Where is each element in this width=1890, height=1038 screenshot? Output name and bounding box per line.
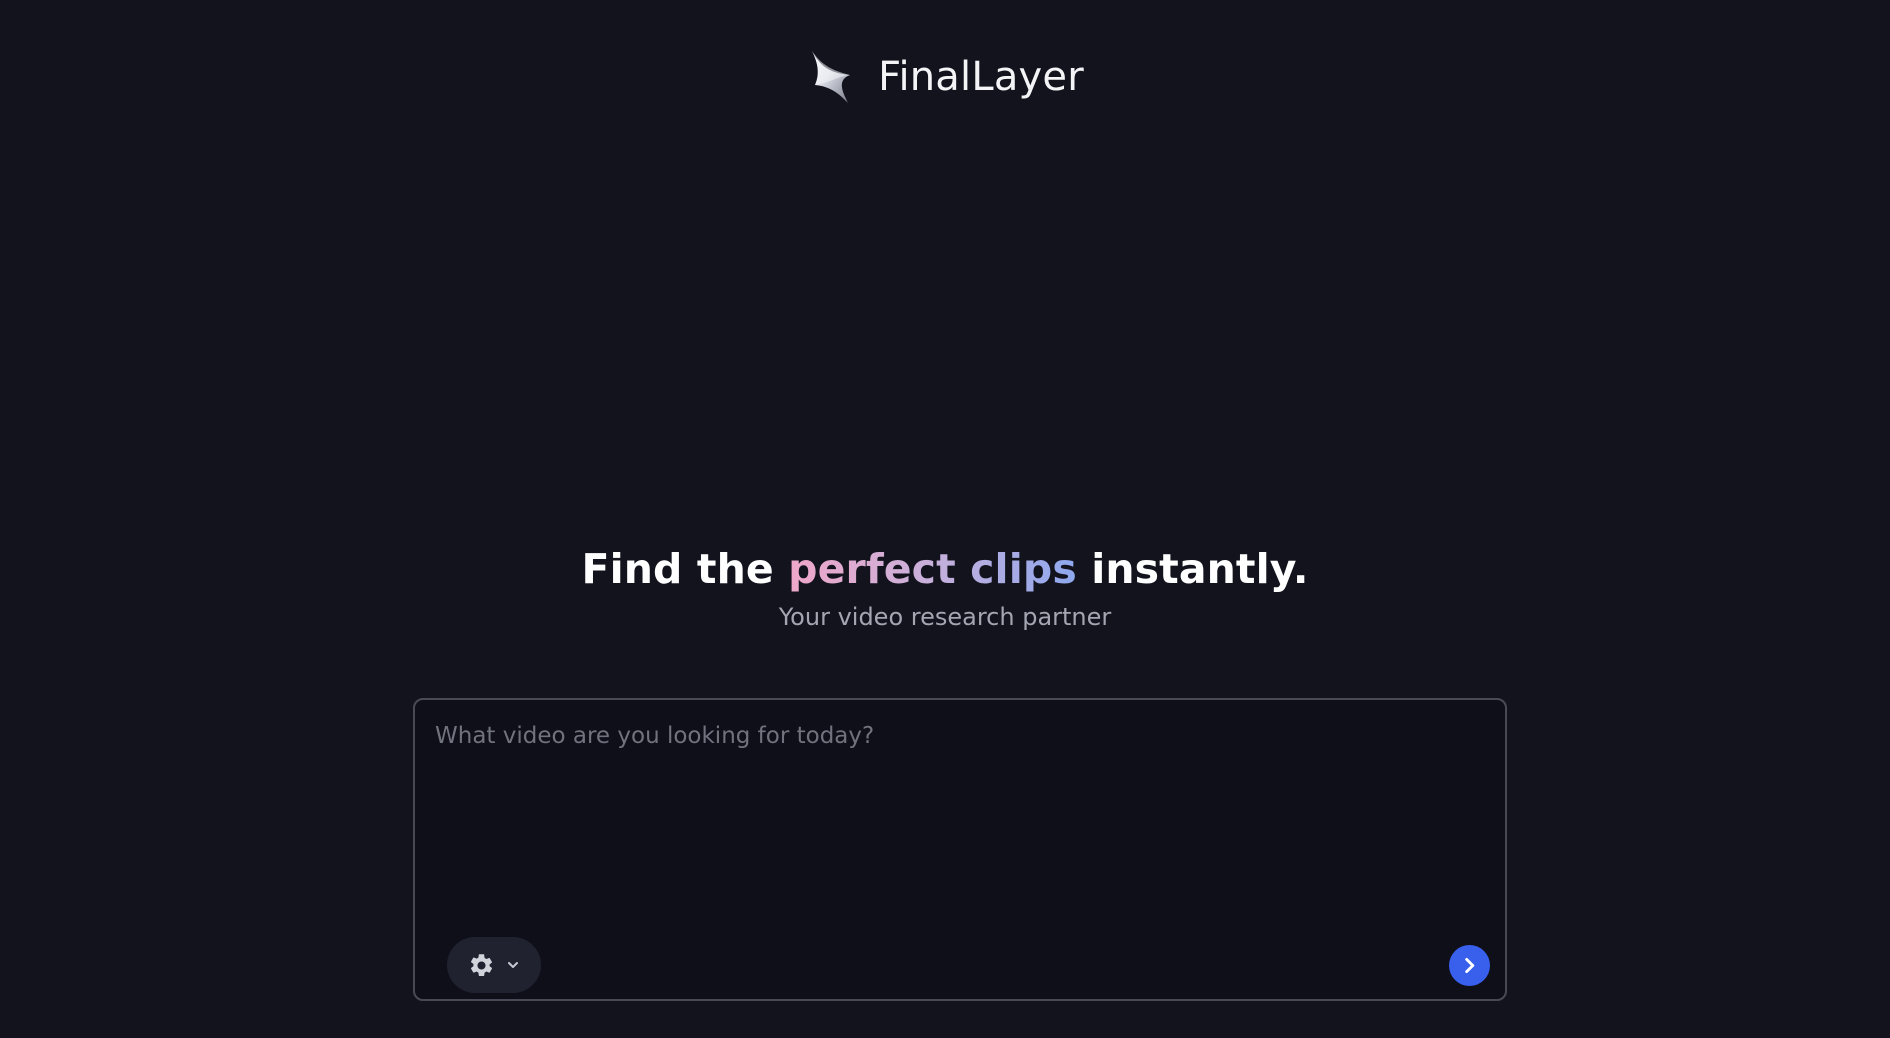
hero-title-prefix: Find the xyxy=(581,545,774,593)
hero-section: Find the perfect clips instantly. Your v… xyxy=(0,540,1890,633)
hero-subtitle: Your video research partner xyxy=(778,603,1112,631)
submit-search-button[interactable] xyxy=(1449,945,1490,986)
hero-title-highlight: perfect clips xyxy=(788,545,1077,593)
chevron-right-icon xyxy=(1465,957,1475,974)
chevron-down-icon xyxy=(508,962,518,968)
settings-menu-button[interactable] xyxy=(447,937,541,993)
hero-title-suffix: instantly. xyxy=(1091,545,1309,593)
star-logo-icon xyxy=(812,51,851,103)
hero-title: Find the perfect clips instantly. xyxy=(0,540,1890,598)
video-search-input[interactable] xyxy=(435,720,1485,920)
gear-icon xyxy=(470,953,493,976)
video-prompt-box xyxy=(413,698,1507,1001)
brand-header: FinalLayer xyxy=(0,48,1890,106)
brand-name: FinalLayer xyxy=(878,54,1084,100)
